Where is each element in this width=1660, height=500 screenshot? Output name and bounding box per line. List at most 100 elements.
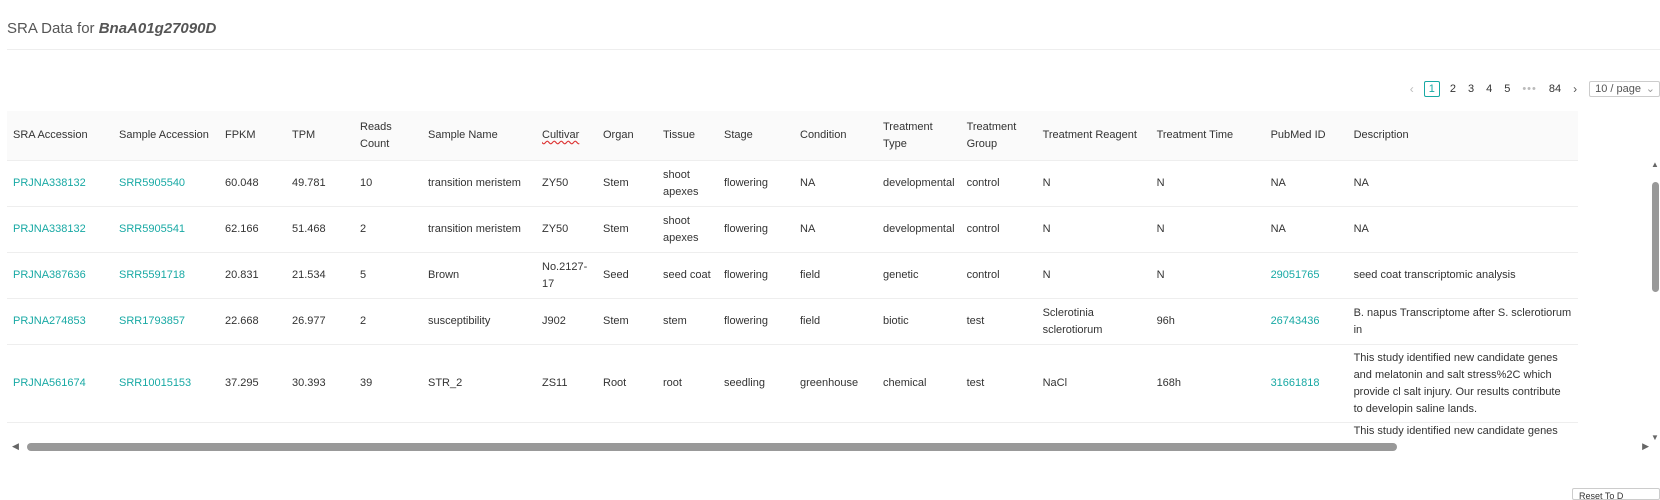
column-header[interactable]: Treatment Time xyxy=(1150,111,1265,161)
table-cell: 30.393 xyxy=(286,344,354,423)
sra-table: SRA Accession Sample Accession FPKM TPM Read… xyxy=(7,111,1660,444)
column-header[interactable]: Condition xyxy=(794,111,877,161)
table-cell: test xyxy=(960,344,1037,423)
table-cell: shoot apexes xyxy=(657,206,718,253)
table-cell: NA xyxy=(1347,206,1578,253)
chevron-down-icon: ⌄ xyxy=(1645,83,1655,95)
page-5-button[interactable]: 5 xyxy=(1504,83,1510,95)
table-cell: shoot apexes xyxy=(657,160,718,207)
table-row: PRJNA338132 SRR5905541 62.166 51.468 2 transi… xyxy=(7,206,1578,253)
vertical-scroll-thumb[interactable] xyxy=(1652,182,1659,292)
table-cell: 26.977 xyxy=(286,298,354,345)
page-last-button[interactable]: 84 xyxy=(1549,83,1561,95)
table-cell: 2 xyxy=(354,206,422,253)
table-header-row: SRA Accession Sample Accession FPKM TPM Read… xyxy=(7,111,1578,161)
column-header[interactable]: TPM xyxy=(286,111,354,161)
column-header[interactable]: FPKM xyxy=(219,111,286,161)
table-cell: 37.295 xyxy=(219,344,286,423)
table-link[interactable]: PRJNA387636 xyxy=(7,252,113,299)
scroll-down-icon[interactable]: ▼ xyxy=(1651,433,1659,442)
table-cell: seed coat transcriptomic analysis xyxy=(1347,252,1578,299)
table-link[interactable]: SRR1793857 xyxy=(113,298,219,345)
table-cell: control xyxy=(960,206,1037,253)
table-link[interactable]: PRJNA338132 xyxy=(7,160,113,207)
table-link[interactable]: SRR5905541 xyxy=(113,206,219,253)
table-cell: Brown xyxy=(422,252,536,299)
gene-id: BnaA01g27090D xyxy=(98,20,217,37)
jump-more-icon[interactable]: ••• xyxy=(1522,83,1537,95)
table-row: PRJNA387636 SRR5591718 20.831 21.534 5 Brown N… xyxy=(7,252,1578,299)
table-row: PRJNA338132 SRR5905540 60.048 49.781 10 trans… xyxy=(7,160,1578,207)
vertical-scrollbar[interactable]: ▲ ▼ xyxy=(1651,160,1660,442)
table-link[interactable]: 31661818 xyxy=(1264,344,1348,423)
column-header[interactable]: Treatment Group xyxy=(960,111,1037,161)
table-cell: 39 xyxy=(354,344,422,423)
table-cell: NA xyxy=(1347,160,1578,207)
table-cell: stem xyxy=(657,298,718,345)
title-divider xyxy=(7,49,1660,50)
table-cell: N xyxy=(1150,206,1265,253)
table-link[interactable]: SRR10015153 xyxy=(113,344,219,423)
column-header[interactable]: Sample Name xyxy=(422,111,536,161)
page-1-button[interactable]: 1 xyxy=(1423,81,1440,97)
scroll-up-icon[interactable]: ▲ xyxy=(1651,160,1659,169)
table-link[interactable]: PRJNA561674 xyxy=(7,344,113,423)
table-cell: N xyxy=(1036,252,1151,299)
table-cell: biotic xyxy=(877,298,961,345)
scroll-left-icon[interactable]: ◀ xyxy=(12,441,19,452)
table-cell: susceptibility xyxy=(422,298,536,345)
column-header[interactable]: Sample Accession xyxy=(113,111,219,161)
table-cell: N xyxy=(1150,160,1265,207)
table-cell: seed coat xyxy=(657,252,718,299)
table-row: PRJNA274853 SRR1793857 22.668 26.977 2 suscep… xyxy=(7,298,1578,345)
page-2-button[interactable]: 2 xyxy=(1450,83,1456,95)
table-cell: STR_2 xyxy=(422,344,536,423)
table-cell: flowering xyxy=(718,206,794,253)
table-cell: Root xyxy=(597,344,657,423)
pagination: ‹ 1 2 3 4 5 ••• 84 › 10 / page ⌄ xyxy=(1404,80,1660,98)
page-3-button[interactable]: 3 xyxy=(1468,83,1474,95)
reset-button[interactable]: Reset To D xyxy=(1572,488,1660,500)
column-header[interactable]: Treatment Reagent xyxy=(1036,111,1151,161)
column-header[interactable]: SRA Accession xyxy=(7,111,113,161)
horizontal-scroll-thumb[interactable] xyxy=(27,443,1397,451)
table-cell: N xyxy=(1036,206,1151,253)
table-cell: greenhouse xyxy=(794,344,877,423)
page-size-value: 10 / page xyxy=(1595,83,1641,95)
prev-page-icon[interactable]: ‹ xyxy=(1410,82,1414,96)
page-size-select[interactable]: 10 / page ⌄ xyxy=(1589,81,1660,97)
column-header[interactable]: Organ xyxy=(597,111,657,161)
table-cell: transition meristem xyxy=(422,160,536,207)
table-cell: This study identified new candidate gene… xyxy=(1347,344,1578,423)
table-link[interactable]: SRR5905540 xyxy=(113,160,219,207)
table-cell: NA xyxy=(794,160,877,207)
scroll-right-icon[interactable]: ▶ xyxy=(1642,441,1649,452)
table-link[interactable]: PRJNA338132 xyxy=(7,206,113,253)
table-cell: ZS11 xyxy=(536,344,597,423)
table-link[interactable]: PRJNA274853 xyxy=(7,298,113,345)
column-header[interactable]: Reads Count xyxy=(354,111,422,161)
table-cell: Stem xyxy=(597,298,657,345)
table-cell: ZY50 xyxy=(536,206,597,253)
table-cell: 20.831 xyxy=(219,252,286,299)
table-cell: NA xyxy=(1264,206,1348,253)
horizontal-scrollbar[interactable]: ◀ ▶ xyxy=(7,441,1651,453)
page-4-button[interactable]: 4 xyxy=(1486,83,1492,95)
column-header[interactable]: Description xyxy=(1347,111,1578,161)
column-header[interactable]: Stage xyxy=(718,111,794,161)
table-cell: flowering xyxy=(718,252,794,299)
column-header[interactable]: Cultivar xyxy=(536,111,597,161)
column-header[interactable]: Tissue xyxy=(657,111,718,161)
table-cell: 51.468 xyxy=(286,206,354,253)
column-header[interactable]: PubMed ID xyxy=(1264,111,1348,161)
table-link[interactable]: 26743436 xyxy=(1264,298,1348,345)
table-cell: 21.534 xyxy=(286,252,354,299)
column-header[interactable]: Treatment Type xyxy=(877,111,961,161)
next-page-icon[interactable]: › xyxy=(1573,82,1577,96)
table-link[interactable]: 29051765 xyxy=(1264,252,1348,299)
table-cell: transition meristem xyxy=(422,206,536,253)
table-cell: B. napus Transcriptome after S. scleroti… xyxy=(1347,298,1578,345)
table-cell: 62.166 xyxy=(219,206,286,253)
table-link[interactable]: SRR5591718 xyxy=(113,252,219,299)
table-cell: 10 xyxy=(354,160,422,207)
